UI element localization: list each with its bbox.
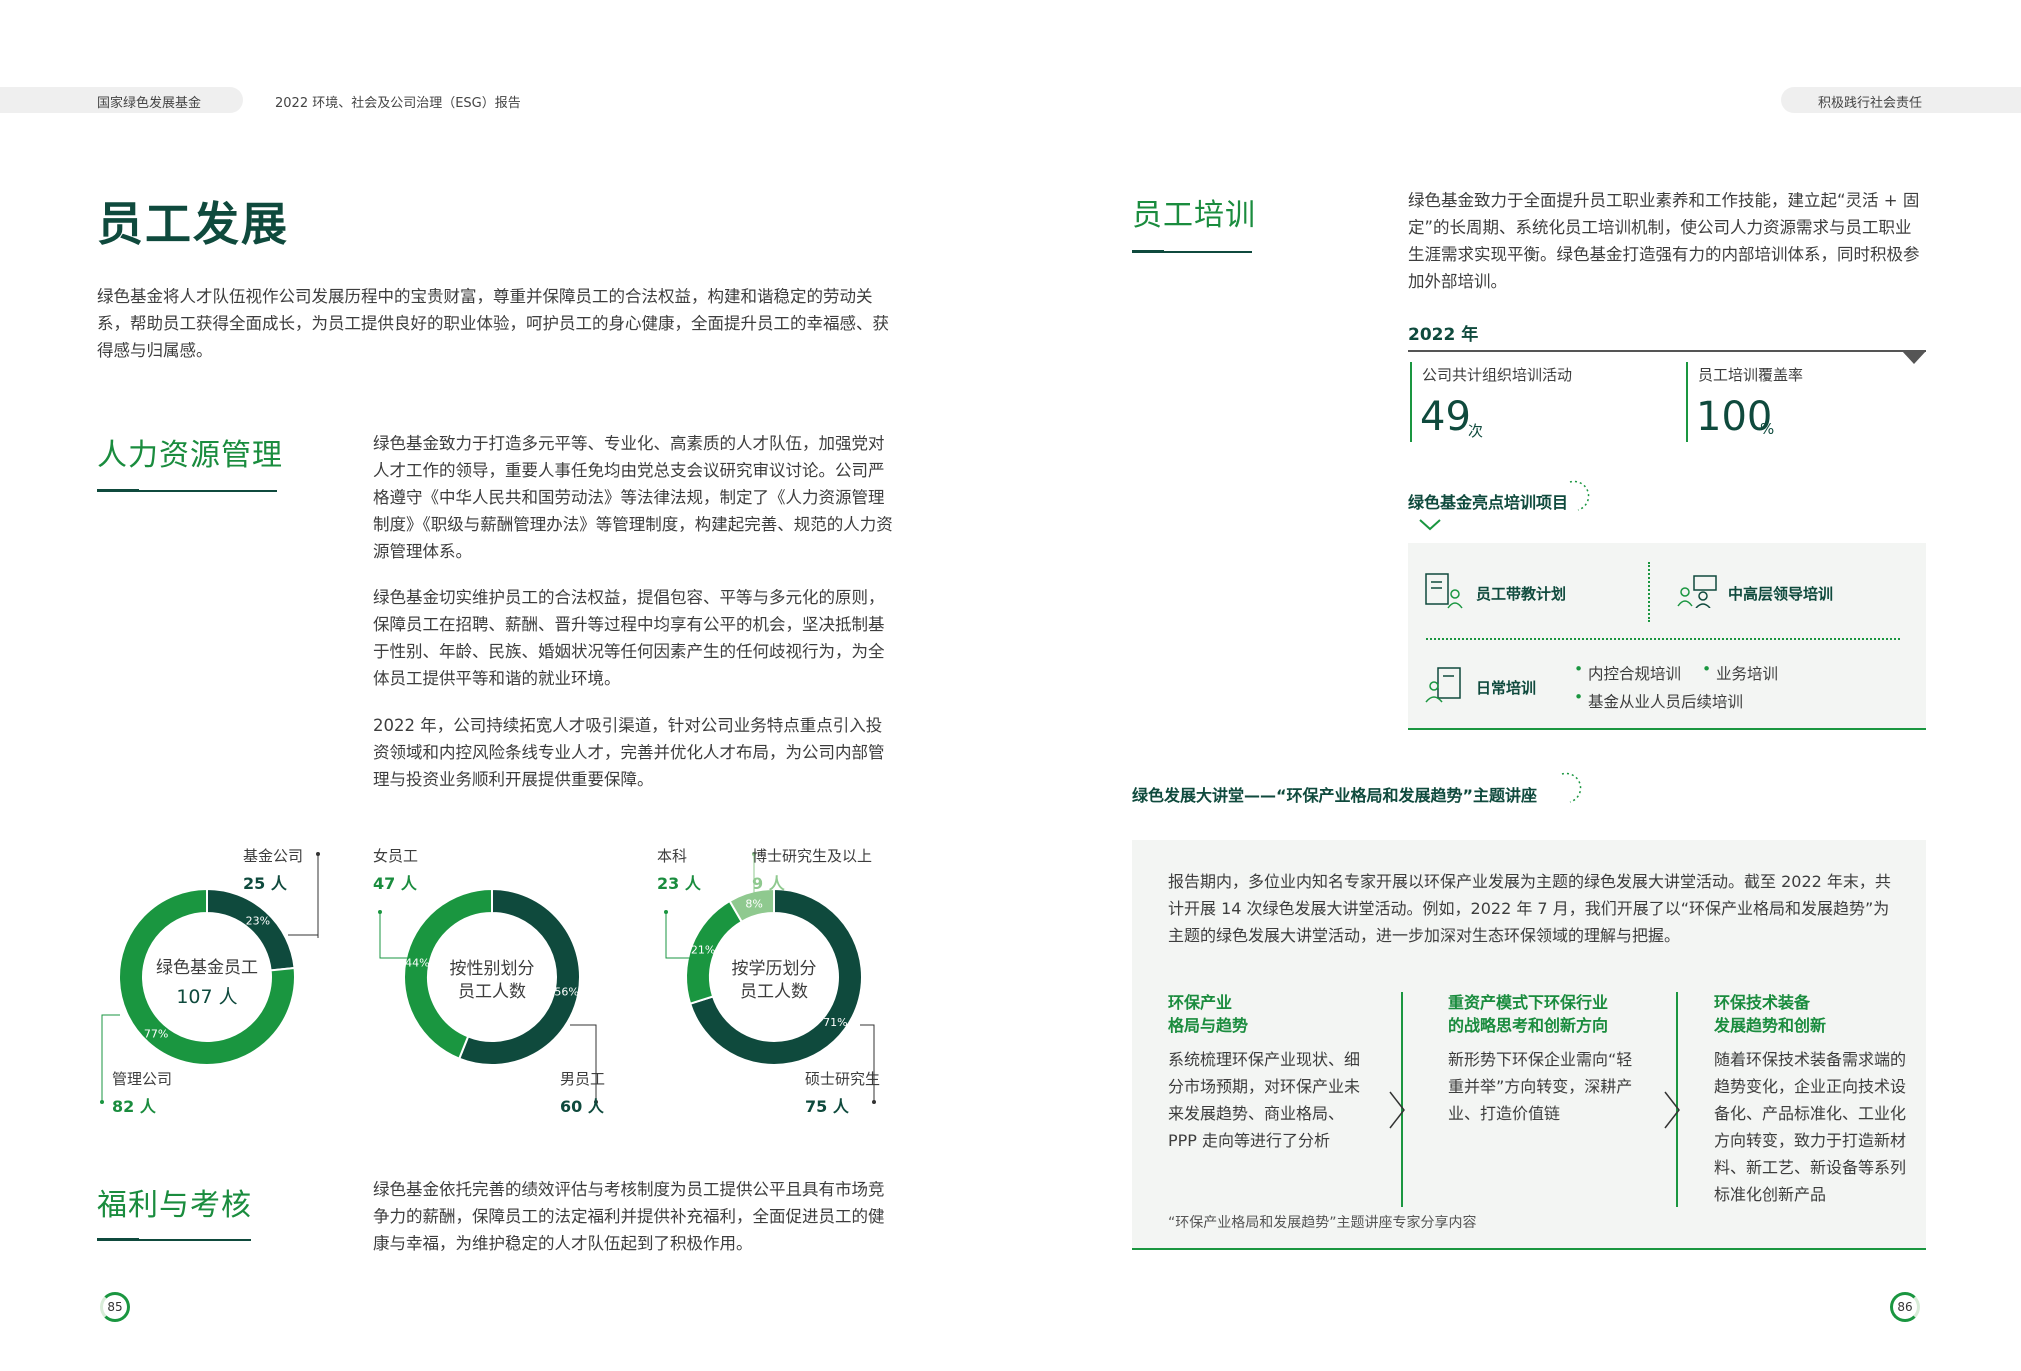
hr-title-underline	[97, 489, 139, 492]
stat2-unit: %	[1760, 420, 1775, 438]
donut3-label-master: 硕士研究生	[805, 1070, 881, 1088]
welfare-title-underline-thin	[139, 1239, 251, 1241]
highlight-sub-2: 业务培训	[1716, 665, 1779, 683]
hr-paragraph-2: 绿色基金切实维护员工的合法权益，提倡包容、平等与多元化的原则，保障员工在招聘、薪…	[373, 588, 885, 688]
welfare-paragraph: 绿色基金依托完善的绩效评估与考核制度为员工提供公平且具有市场竞争力的薪酬，保障员…	[373, 1180, 885, 1253]
donut-slice-pct-1: 21%	[691, 944, 715, 957]
donut2-value-female: 47 人	[373, 874, 417, 893]
donut3-value-phd: 9 人	[752, 874, 785, 893]
col2-text: 新形势下环保企业需向“轻重并举”方向转变，深耕产业、打造价值链	[1448, 1050, 1633, 1123]
highlight-item-1: 员工带教计划	[1476, 585, 1567, 603]
highlight-sub-1: 内控合规培训	[1588, 665, 1682, 683]
chevron-right-icon-2	[1664, 1091, 1680, 1129]
col1-title-line1: 环保产业	[1168, 993, 1233, 1012]
page-title: 员工发展	[97, 197, 289, 251]
stat2-bar	[1686, 362, 1688, 442]
donut2-label-female: 女员工	[373, 847, 419, 865]
col3-text: 随着环保技术装备需求端的趋势变化，企业正向技术设备化、产品标准化、工业化方向转变…	[1714, 1050, 1907, 1204]
col1-text: 系统梳理环保产业现状、细分市场预期，对环保产业未来发展趋势、商业格局、PPP 走…	[1168, 1050, 1361, 1150]
training-title-underline-thin	[1164, 251, 1252, 253]
donut1-value-fund: 25 人	[243, 874, 287, 893]
bullet-3: •	[1574, 688, 1584, 706]
lecture-rule	[1132, 812, 1572, 814]
donut3-label-bachelor: 本科	[657, 847, 688, 865]
col1-title-line2: 格局与趋势	[1168, 1016, 1249, 1035]
donut3-value-master: 75 人	[805, 1097, 849, 1116]
bullet-1: •	[1574, 660, 1584, 678]
lecture-caption: “环保产业格局和发展趋势”主题讲座专家分享内容	[1168, 1215, 1477, 1231]
hr-title-underline-thin	[139, 490, 277, 492]
stat1-value: 49	[1420, 394, 1471, 440]
training-intro: 绿色基金致力于全面提升员工职业素养和工作技能，建立起“灵活 + 固定”的长周期、…	[1408, 191, 1920, 291]
page-number-right: 86	[1890, 1292, 1920, 1322]
donut-slice-pct-1: 44%	[405, 957, 429, 970]
hr-paragraph-1: 绿色基金致力于打造多元平等、专业化、高素质的人才队伍，加强党对人才工作的领导，重…	[373, 434, 893, 561]
col3-title-line1: 环保技术装备	[1714, 993, 1811, 1012]
header-section: 积极践行社会责任	[1818, 96, 1923, 111]
stat2-label: 员工培训覆盖率	[1698, 366, 1804, 384]
donut3-value-bachelor: 23 人	[657, 874, 701, 893]
intro-paragraph: 绿色基金将人才队伍视作公司发展历程中的宝贵财富，尊重并保障员工的合法权益，构建和…	[97, 287, 889, 360]
header-report: 2022 环境、社会及公司治理（ESG）报告	[275, 96, 521, 111]
highlight-title: 绿色基金亮点培训项目	[1408, 493, 1569, 512]
hr-paragraph-3: 2022 年，公司持续拓宽人才吸引渠道，针对公司业务特点重点引入投资领域和内控风…	[373, 716, 885, 789]
col2-title-line2: 的战略思考和创新方向	[1448, 1016, 1609, 1035]
welfare-title: 福利与考核	[97, 1188, 252, 1223]
donut3-label-phd: 博士研究生及以上	[752, 847, 873, 865]
highlight-divider-h	[1426, 638, 1900, 640]
donut-slice-pct-1: 77%	[144, 1027, 168, 1040]
highlight-sub-3: 基金从业人员后续培训	[1588, 693, 1744, 711]
donut1-value-mgmt: 82 人	[112, 1097, 156, 1116]
teaching-icon	[1425, 573, 1463, 609]
training-title: 员工培训	[1132, 198, 1256, 233]
donut-slice-pct-0: 71%	[823, 1016, 847, 1029]
stat1-bar	[1410, 362, 1412, 442]
chevron-right-icon	[1389, 1091, 1405, 1129]
donut2-value-male: 60 人	[560, 1097, 604, 1116]
lecture-intro: 报告期内，多位业内知名专家开展以环保产业发展为主题的绿色发展大讲堂活动。截至 2…	[1168, 872, 1891, 945]
dotted-arc-icon	[1569, 480, 1590, 511]
welfare-title-underline	[97, 1238, 139, 1241]
donut1-center-label: 绿色基金员工	[156, 958, 258, 978]
highlight-rule	[1408, 519, 1838, 531]
stat1-label: 公司共计组织培训活动	[1422, 366, 1573, 384]
training-title-underline	[1132, 250, 1164, 253]
donut3-center-line1: 按学历划分	[732, 959, 817, 979]
donut1-label-mgmt: 管理公司	[112, 1070, 173, 1088]
donut2-label-male: 男员工	[560, 1070, 606, 1088]
col3-title-line2: 发展趋势和创新	[1714, 1016, 1827, 1035]
lecture-title: 绿色发展大讲堂——“环保产业格局和发展趋势”主题讲座	[1132, 786, 1538, 805]
stat1-unit: 次	[1468, 422, 1484, 440]
donut1-leader-fund	[288, 854, 319, 936]
rule-arrow-icon	[1902, 351, 1926, 364]
col2-title-line1: 重资产模式下环保行业	[1448, 993, 1609, 1012]
training-year-rule	[1408, 350, 1926, 352]
donut-slice-pct-0: 23%	[246, 915, 270, 928]
highlight-item-3: 日常培训	[1476, 679, 1537, 697]
donut1-label-fund: 基金公司	[243, 847, 304, 865]
highlight-divider-v	[1648, 562, 1650, 622]
donut-slice-pct-2: 8%	[745, 898, 762, 911]
donut2-center-line1: 按性别划分	[450, 959, 535, 979]
training-year: 2022 年	[1408, 325, 1479, 345]
header-org: 国家绿色发展基金	[97, 96, 202, 111]
highlight-item-2: 中高层领导培训	[1728, 585, 1834, 603]
leaders-icon	[1677, 575, 1717, 608]
donut-slice-pct-0: 56%	[554, 985, 578, 998]
donut2-center-line2: 员工人数	[458, 982, 526, 1002]
bullet-2: •	[1702, 660, 1712, 678]
hr-title: 人力资源管理	[97, 438, 283, 473]
donut1-center-value: 107 人	[176, 986, 237, 1008]
daily-training-icon	[1425, 667, 1461, 703]
dotted-arc-icon-2	[1561, 772, 1582, 803]
donut3-center-line2: 员工人数	[740, 982, 808, 1002]
page-number-left: 85	[100, 1292, 130, 1322]
